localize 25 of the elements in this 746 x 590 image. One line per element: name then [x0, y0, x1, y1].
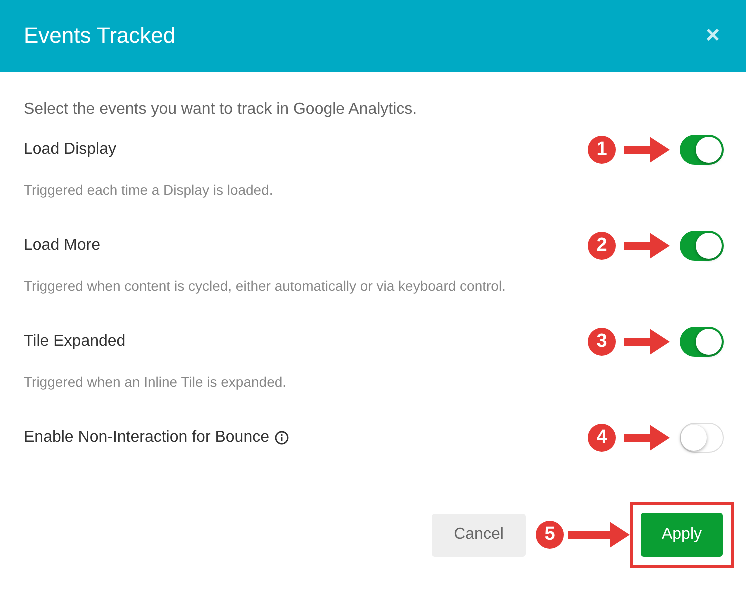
event-label: Tile Expanded — [24, 333, 126, 351]
number-badge: 3 — [588, 328, 616, 356]
cancel-button[interactable]: Cancel — [432, 514, 526, 556]
event-label: Load More — [24, 237, 100, 255]
arrow-icon — [624, 425, 670, 451]
arrow-icon — [624, 233, 670, 259]
toggle-switch[interactable] — [680, 231, 724, 261]
event-description: Triggered each time a Display is loaded. — [24, 181, 274, 200]
dialog-title: Events Tracked — [24, 23, 177, 49]
close-button[interactable]: × — [702, 24, 724, 48]
apply-button[interactable]: Apply — [641, 513, 723, 557]
toggle-switch[interactable] — [680, 423, 724, 453]
event-label: Load Display — [24, 141, 116, 159]
toggle-switch[interactable] — [680, 135, 724, 165]
number-badge: 4 — [588, 424, 616, 452]
number-badge: 1 — [588, 136, 616, 164]
event-description: Triggered when an Inline Tile is expanded. — [24, 373, 288, 392]
number-badge: 2 — [588, 232, 616, 260]
toggle-switch[interactable] — [680, 327, 724, 357]
arrow-icon — [624, 329, 670, 355]
event-description: Triggered when content is cycled, either automatically or via keyboard control. — [24, 277, 507, 296]
number-badge: 5 — [536, 521, 564, 549]
arrow-icon — [624, 137, 670, 163]
event-label: Enable Non-Interaction for Bounce — [24, 429, 270, 447]
intro-text: Select the events you want to track in Google Analytics. — [24, 100, 418, 120]
